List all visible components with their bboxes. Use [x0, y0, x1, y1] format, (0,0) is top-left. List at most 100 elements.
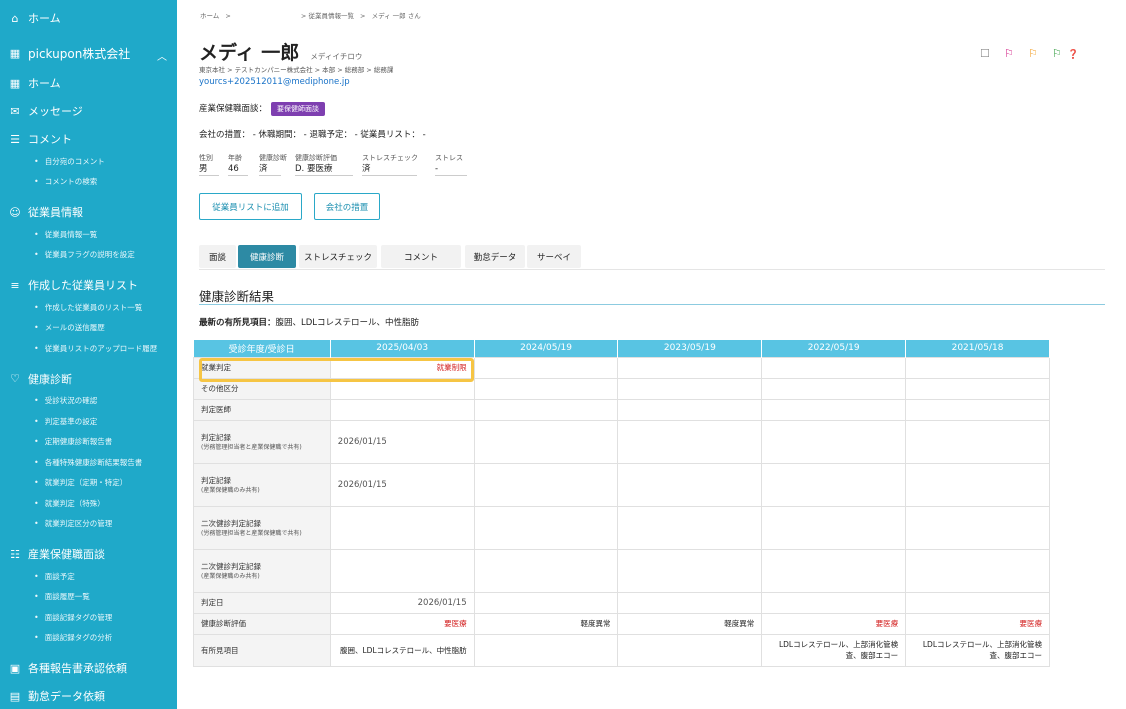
table-cell [617, 548, 763, 593]
tab-4[interactable]: 勤怠データ [465, 245, 525, 268]
sidebar-item-5[interactable]: ♡ 健康診断 [0, 368, 177, 390]
tab-3[interactable]: コメント [381, 245, 461, 268]
table-cell [905, 548, 1050, 593]
sidebar-subitem[interactable]: 判定基準の設定 [0, 411, 177, 431]
table-cell [761, 377, 907, 400]
table-cell [473, 462, 619, 507]
flag-orange-icon[interactable]: ⚐ [1028, 47, 1038, 60]
sidebar-subitem[interactable]: 就業判定区分の管理 [0, 514, 177, 534]
add-to-list-button[interactable]: 従業員リストに追加 [199, 193, 302, 220]
sidebar-subitem[interactable]: 就業判定（特殊） [0, 493, 177, 513]
sidebar-subitem[interactable]: メールの送信履歴 [0, 318, 177, 338]
interview-status: 産業保健職面談： 要保健師面談 [199, 102, 326, 116]
table-cell [617, 356, 763, 379]
field-label: ストレス [435, 154, 463, 162]
table-cell: 軽度異常 [617, 612, 763, 635]
row-label-cell: 二次健診判定記録 (労務管理担当者と産業保健職で共有) [193, 505, 331, 550]
bookmark-icon[interactable]: ☐ [980, 47, 990, 60]
sidebar-subitem[interactable]: 就業判定（定期・特定） [0, 473, 177, 493]
company-name: pickupon株式会社 [28, 46, 131, 61]
table-cell: 2026/01/15 [329, 462, 475, 507]
company-selector[interactable]: ▦ pickupon株式会社 ︿ [0, 42, 177, 64]
sidebar-subitem[interactable]: コメントの検索 [0, 172, 177, 192]
main-content: ホーム > > 従業員情報一覧 > メディ 一郎 さん メディ 一郎 メディイチ… [177, 0, 1126, 709]
table-cell: LDLコレステロール、上部消化管検査、腹部エコー [761, 633, 907, 667]
table-cell [473, 548, 619, 593]
table-cell [617, 462, 763, 507]
sidebar-item-label: 産業保健職面談 [28, 548, 105, 561]
table-cell [761, 419, 907, 464]
breadcrumb-list[interactable]: 従業員情報一覧 [308, 12, 354, 20]
interview-label: 産業保健職面談： [199, 104, 268, 114]
row-label: 就業判定 [201, 363, 231, 372]
table-row: 判定日 2026/01/15 [193, 591, 1050, 614]
sidebar-item-4[interactable]: ≡ 作成した従業員リスト [0, 274, 177, 296]
company-measure-button[interactable]: 会社の措置 [314, 193, 380, 220]
stethoscope-icon: ♡ [10, 372, 20, 385]
building-icon: ▦ [9, 46, 21, 60]
row-label: 二次健診判定記録 [201, 561, 261, 571]
sidebar-subitem[interactable]: 定期健康診断報告書 [0, 432, 177, 452]
table-cell [761, 398, 907, 421]
table-header-cell: 受診年度/受診日 [193, 340, 331, 357]
field-3: 健康診断評価 D. 要医療 [295, 153, 353, 176]
row-label-cell: 判定医師 [193, 398, 331, 421]
sidebar-item-3[interactable]: ☺ 従業員情報 [0, 201, 177, 223]
sidebar-item-0[interactable]: ▦ ホーム [0, 72, 177, 94]
field-5: ストレス - [435, 153, 467, 176]
table-cell [473, 377, 619, 400]
field-value: 済 [259, 163, 281, 176]
sidebar-item-label: 勤怠データ依頼 [28, 690, 105, 703]
tab-2[interactable]: ストレスチェック [299, 245, 377, 268]
sidebar-subitem[interactable]: 従業員フラグの説明を設定 [0, 245, 177, 265]
findings-label: 最新の有所見項目： [199, 318, 276, 328]
row-label-cell: 判定記録 (労務管理担当者と産業保健職で共有) [193, 419, 331, 464]
employee-kana: メディイチロウ [310, 52, 363, 61]
employee-email[interactable]: yourcs+202512011@mediphone.jp [199, 77, 350, 87]
sidebar-home[interactable]: ⌂ ホーム [0, 7, 177, 29]
table-cell [473, 505, 619, 550]
row-label: 二次健診判定記録 [201, 518, 261, 528]
sidebar-item-label: 健康診断 [28, 372, 72, 386]
field-2: 健康診断済 [259, 153, 287, 176]
header-icons: ☐ ⚐ ⚐ ⚐ ❓ [971, 42, 1079, 61]
sidebar-item-7[interactable]: ▣ 各種報告書承認依頼 [0, 657, 177, 679]
sidebar: ⌂ ホーム ▦ pickupon株式会社 ︿ ▦ ホーム ✉ メッセージ ☰ コメント自分宛のコメン… [0, 0, 177, 709]
row-label-cell: 就業判定 [193, 356, 331, 379]
tab-0[interactable]: 面談 [199, 245, 236, 268]
sidebar-subitem[interactable]: 面談予定 [0, 566, 177, 586]
help-icon[interactable]: ❓ [1068, 50, 1079, 60]
sidebar-subitem[interactable]: 各種特殊健康診断結果報告書 [0, 452, 177, 472]
tab-5[interactable]: サーベイ [527, 245, 581, 268]
sidebar-item-label: 作成した従業員リスト [28, 279, 138, 292]
sidebar-item-1[interactable]: ✉ メッセージ [0, 100, 177, 122]
sidebar-item-label: 従業員情報 [28, 206, 83, 219]
sidebar-subitem[interactable]: 自分宛のコメント [0, 151, 177, 171]
sidebar-subitem[interactable]: 面談記録タグの分析 [0, 628, 177, 648]
document-check-icon: ▣ [9, 661, 21, 675]
sidebar-subitem[interactable]: 面談履歴一覧 [0, 587, 177, 607]
findings-value: 腹囲、LDLコレステロール、中性脂肪 [275, 318, 420, 328]
sidebar-subitem[interactable]: 作成した従業員のリスト一覧 [0, 297, 177, 317]
field-value: 男 [199, 163, 219, 176]
tab-1[interactable]: 健康診断 [238, 245, 296, 268]
list-icon: ≡ [10, 278, 20, 292]
table-cell: 要医療 [329, 612, 475, 635]
sidebar-subitem[interactable]: 受診状況の確認 [0, 391, 177, 411]
sidebar-item-2[interactable]: ☰ コメント [0, 128, 177, 150]
message-icon: ✉ [10, 104, 20, 118]
field-value: - [435, 163, 467, 176]
breadcrumb: ホーム > > 従業員情報一覧 > メディ 一郎 さん [200, 10, 421, 20]
table-cell [761, 591, 907, 614]
flag-magenta-icon[interactable]: ⚐ [1004, 47, 1014, 60]
row-label: 判定記録 [201, 432, 231, 442]
sidebar-subitem[interactable]: 従業員リストのアップロード履歴 [0, 338, 177, 358]
table-cell [905, 591, 1050, 614]
breadcrumb-home[interactable]: ホーム [200, 12, 219, 20]
sidebar-subitem[interactable]: 従業員情報一覧 [0, 224, 177, 244]
sidebar-item-6[interactable]: ☷ 産業保健職面談 [0, 543, 177, 565]
sidebar-item-8[interactable]: ▤ 勤怠データ依頼 [0, 685, 177, 707]
row-label: 判定記録 [201, 475, 231, 485]
sidebar-subitem[interactable]: 面談記録タグの管理 [0, 607, 177, 627]
flag-green-icon[interactable]: ⚐ [1052, 47, 1062, 60]
